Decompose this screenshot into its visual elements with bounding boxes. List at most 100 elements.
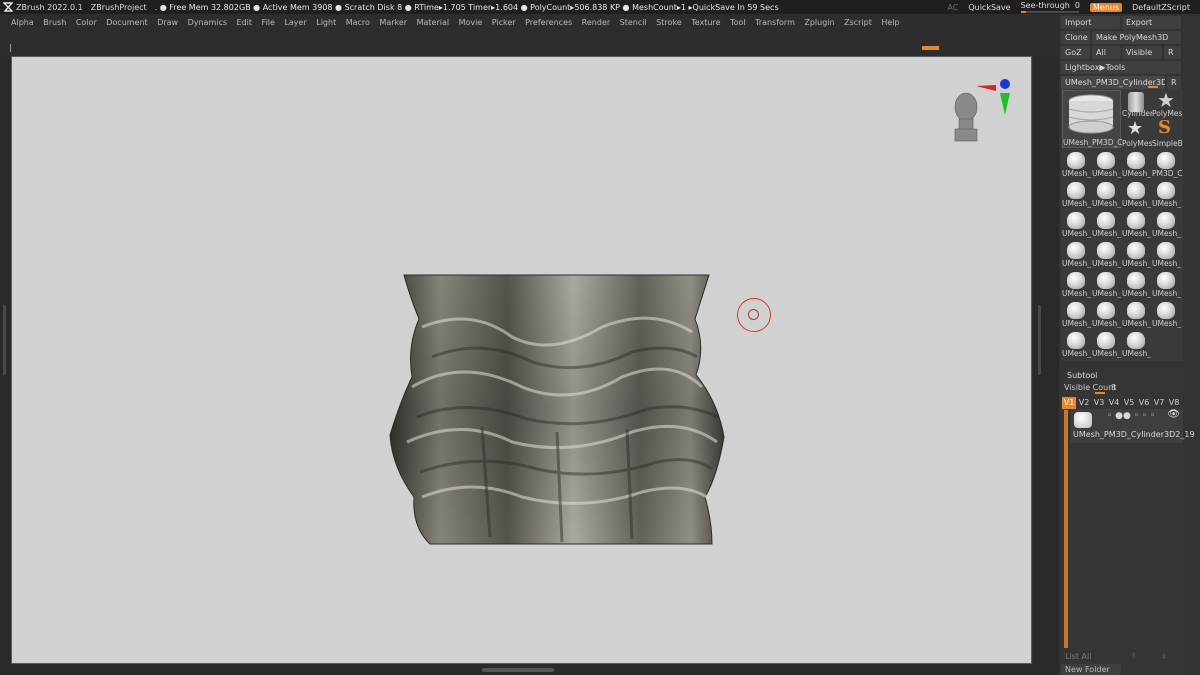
mesh-thumb[interactable]: UMesh_ [1152, 180, 1181, 208]
import-button[interactable]: Import [1061, 16, 1120, 29]
menu-edit[interactable]: Edit [237, 18, 253, 27]
menu-macro[interactable]: Macro [346, 18, 370, 27]
move-down-arrow-icon[interactable]: ↡ [1160, 652, 1168, 662]
mesh-thumb[interactable]: UMesh_ [1062, 150, 1091, 178]
menu-alpha[interactable]: Alpha [11, 18, 34, 27]
mesh-thumb[interactable]: UMesh_ [1122, 150, 1151, 178]
mesh-thumb[interactable]: UMesh_ [1122, 210, 1151, 238]
mesh-thumb[interactable]: UMesh_ [1092, 180, 1121, 208]
menu-transform[interactable]: Transform [755, 18, 795, 27]
menu-preferences[interactable]: Preferences [525, 18, 572, 27]
mesh-thumb[interactable]: UMesh_ [1152, 270, 1181, 298]
menu-zplugin[interactable]: Zplugin [804, 18, 834, 27]
menu-zscript[interactable]: Zscript [844, 18, 872, 27]
mesh-icon [1067, 272, 1085, 289]
right-tray [1033, 56, 1059, 675]
version-v7-button[interactable]: V7 [1152, 397, 1166, 409]
see-through-track[interactable] [1020, 11, 1079, 13]
tool-thumb-polymesh-2[interactable]: ★ PolyMes [1122, 120, 1152, 149]
menu-layer[interactable]: Layer [284, 18, 306, 27]
mesh-thumb[interactable]: UMesh_ [1062, 180, 1091, 208]
version-v6-button[interactable]: V6 [1137, 397, 1151, 409]
subtool-list-item[interactable]: ◦ ●● ◦ ◦ ◦ 👁 UMesh_PM3D_Cylinder3D2_19 [1071, 409, 1195, 443]
document-canvas[interactable] [11, 56, 1032, 664]
mesh-thumb[interactable]: UMesh_ [1122, 180, 1151, 208]
mesh-thumb[interactable]: UMesh_ [1152, 240, 1181, 268]
eye-icon[interactable]: 👁 [1167, 409, 1180, 420]
version-v4-button[interactable]: V4 [1107, 397, 1121, 409]
menu-movie[interactable]: Movie [459, 18, 483, 27]
default-zscript-button[interactable]: DefaultZScript [1132, 3, 1190, 12]
navigation-head-gizmo[interactable] [942, 77, 1012, 157]
menu-help[interactable]: Help [881, 18, 899, 27]
menu-file[interactable]: File [262, 18, 275, 27]
tool-thumb-simplebrush[interactable]: S SimpleB [1152, 118, 1182, 149]
shelf-orange-indicator[interactable] [922, 46, 939, 50]
ac-button[interactable]: AC [947, 3, 958, 12]
subtool-scrollbar[interactable] [1064, 410, 1068, 648]
mesh-thumb[interactable]: PM3D_C [1152, 150, 1182, 178]
mesh-thumb[interactable]: UMesh_ [1092, 330, 1121, 358]
menu-picker[interactable]: Picker [492, 18, 516, 27]
tool-thumb-polymesh-1[interactable]: ★ PolyMes [1152, 90, 1182, 118]
mesh-thumb[interactable]: UMesh_ [1122, 330, 1151, 358]
menu-texture[interactable]: Texture [691, 18, 720, 27]
menu-stencil[interactable]: Stencil [620, 18, 647, 27]
mesh-thumb[interactable]: UMesh_ [1062, 270, 1091, 298]
version-v8-button[interactable]: V8 [1167, 397, 1181, 409]
menu-material[interactable]: Material [417, 18, 450, 27]
mesh-thumb[interactable]: UMesh_ [1152, 210, 1181, 238]
mesh-thumb[interactable]: UMesh_ [1062, 330, 1091, 358]
right-tray-handle[interactable] [1038, 305, 1041, 375]
r-button[interactable]: R [1164, 46, 1181, 59]
mesh-thumb[interactable]: UMesh_ [1152, 300, 1181, 328]
visible-count-value: 8 [1111, 383, 1117, 392]
visible-button[interactable]: Visible [1122, 46, 1162, 59]
left-tray-handle[interactable] [3, 305, 6, 375]
goz-button[interactable]: GoZ [1061, 46, 1090, 59]
menu-tool[interactable]: Tool [730, 18, 746, 27]
bottom-tray-handle[interactable] [482, 668, 554, 672]
version-v1-button[interactable]: V1 [1062, 397, 1076, 409]
mesh-thumb-label: UMesh_ [1092, 349, 1121, 358]
new-folder-button[interactable]: New Folder [1061, 664, 1121, 675]
mesh-thumb[interactable]: UMesh_ [1092, 300, 1121, 328]
move-up-arrow-icon[interactable]: ↟ [1130, 652, 1138, 662]
version-v2-button[interactable]: V2 [1077, 397, 1091, 409]
mesh-thumb-label: UMesh_ [1152, 289, 1181, 298]
mesh-thumb[interactable]: UMesh_ [1062, 300, 1091, 328]
export-button[interactable]: Export [1122, 16, 1181, 29]
mesh-thumb[interactable]: UMesh_ [1062, 210, 1091, 238]
subtool-visibility-icons[interactable]: ◦ ●● ◦ ◦ ◦ [1107, 411, 1155, 421]
clone-button[interactable]: Clone [1061, 31, 1090, 44]
mesh-thumb[interactable]: UMesh_ [1092, 240, 1121, 268]
mesh-thumb[interactable]: UMesh_ [1122, 240, 1151, 268]
see-through-slider[interactable]: See-through 0 [1020, 1, 1080, 13]
mesh-thumb[interactable]: UMesh_ [1092, 270, 1121, 298]
visible-count-slider[interactable] [1095, 392, 1105, 394]
menu-stroke[interactable]: Stroke [656, 18, 682, 27]
tool-thumb-cylinder[interactable]: Cylinder [1122, 90, 1152, 118]
menu-document[interactable]: Document [106, 18, 147, 27]
version-v5-button[interactable]: V5 [1122, 397, 1136, 409]
menu-dynamics[interactable]: Dynamics [188, 18, 227, 27]
make-polymesh-button[interactable]: Make PolyMesh3D [1092, 31, 1181, 44]
mesh-thumb[interactable]: UMesh_ [1062, 240, 1091, 268]
version-v3-button[interactable]: V3 [1092, 397, 1106, 409]
mesh-thumb[interactable]: UMesh_ [1122, 300, 1151, 328]
quicksave-button[interactable]: QuickSave [968, 3, 1010, 12]
menu-marker[interactable]: Marker [379, 18, 407, 27]
mesh-icon [1097, 332, 1115, 349]
all-button[interactable]: All [1092, 46, 1121, 59]
mesh-thumb[interactable]: UMesh_ [1122, 270, 1151, 298]
menu-light[interactable]: Light [316, 18, 336, 27]
lightbox-tools-button[interactable]: Lightbox▶Tools [1061, 61, 1181, 74]
mesh-thumb[interactable]: UMesh_ [1092, 210, 1121, 238]
menu-draw[interactable]: Draw [157, 18, 178, 27]
mesh-thumb[interactable]: UMesh_ [1092, 150, 1121, 178]
menus-toggle[interactable]: Menus [1089, 2, 1123, 12]
active-tool-thumbnail[interactable]: UMesh_PM3D_C [1062, 90, 1123, 148]
menu-render[interactable]: Render [582, 18, 610, 27]
menu-brush[interactable]: Brush [43, 18, 66, 27]
menu-color[interactable]: Color [76, 18, 97, 27]
